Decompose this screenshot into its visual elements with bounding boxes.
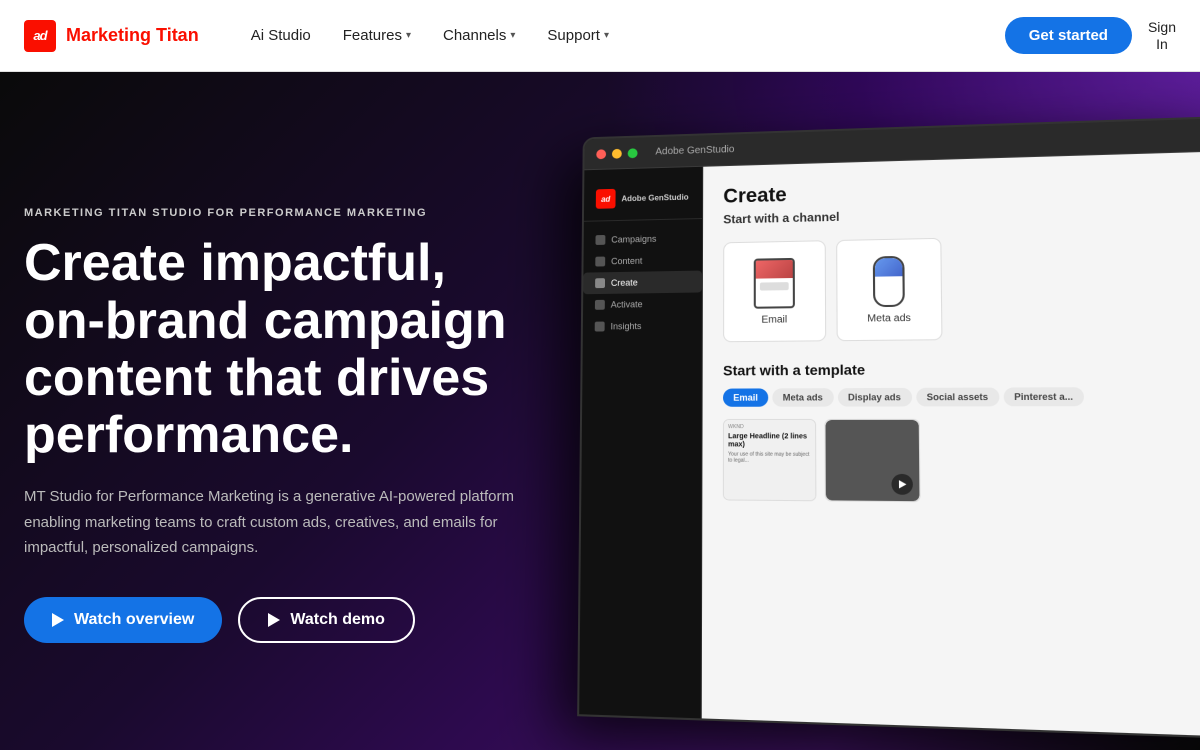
hero-section: MARKETING TITAN STUDIO FOR PERFORMANCE M… — [0, 72, 1200, 750]
brand-name: Marketing Titan — [66, 25, 199, 46]
sidebar-item-campaigns: Campaigns — [584, 227, 702, 251]
campaigns-icon — [595, 235, 605, 245]
mockup-template-cards: WKND Large Headline (2 lines max) Your u… — [723, 419, 1200, 505]
sidebar-logo-icon: ad — [596, 189, 616, 209]
nav-item-features[interactable]: Features ▾ — [331, 19, 423, 52]
template-card-preview-1: WKND Large Headline (2 lines max) Your u… — [724, 420, 815, 500]
titlebar-dot-yellow — [612, 148, 622, 158]
watch-demo-button[interactable]: Watch demo — [238, 597, 415, 643]
mockup-main: Create Start with a channel Email Meta a… — [702, 151, 1200, 737]
mockup-body: ad Adobe GenStudio Campaigns Content Cre… — [579, 151, 1200, 737]
sign-in-button[interactable]: Sign In — [1148, 19, 1176, 53]
template-card-1: WKND Large Headline (2 lines max) Your u… — [723, 419, 817, 501]
hero-mockup: Adobe GenStudio ad Adobe GenStudio Campa… — [540, 112, 1200, 732]
titlebar-dot-red — [596, 149, 606, 159]
navbar-right: Get started Sign In — [1005, 17, 1176, 54]
template-subtitle: Start with a template — [723, 359, 1200, 379]
email-card-label: Email — [761, 314, 787, 325]
hero-buttons: Watch overview Watch demo — [24, 597, 528, 643]
content-icon — [595, 257, 605, 267]
template-card-dark-preview — [826, 420, 920, 501]
sidebar-item-activate: Activate — [583, 292, 702, 315]
mockup-screen: Adobe GenStudio ad Adobe GenStudio Campa… — [577, 116, 1200, 740]
tab-social-assets[interactable]: Social assets — [916, 388, 999, 407]
play-icon-demo — [268, 613, 280, 627]
channels-chevron-icon: ▾ — [510, 30, 515, 41]
features-chevron-icon: ▾ — [406, 30, 411, 41]
insights-icon — [595, 322, 605, 332]
channel-card-meta: Meta ads — [836, 238, 942, 341]
nav-links: Ai Studio Features ▾ Channels ▾ Support … — [239, 19, 1005, 52]
watch-overview-button[interactable]: Watch overview — [24, 597, 222, 643]
tab-display-ads[interactable]: Display ads — [837, 388, 911, 407]
nav-item-channels[interactable]: Channels ▾ — [431, 19, 527, 52]
template-play-icon — [891, 474, 913, 495]
nav-item-ai-studio[interactable]: Ai Studio — [239, 19, 323, 52]
hero-eyebrow: MARKETING TITAN STUDIO FOR PERFORMANCE M… — [24, 207, 528, 219]
tab-email[interactable]: Email — [723, 388, 768, 406]
email-channel-icon — [754, 257, 795, 308]
play-icon — [52, 613, 64, 627]
support-chevron-icon: ▾ — [604, 30, 609, 41]
brand-logo[interactable]: ad Marketing Titan — [24, 20, 199, 52]
hero-content: MARKETING TITAN STUDIO FOR PERFORMANCE M… — [0, 72, 560, 750]
activate-icon — [595, 300, 605, 310]
app-title-label: Adobe GenStudio — [655, 144, 734, 157]
hero-description: MT Studio for Performance Marketing is a… — [24, 484, 524, 561]
mockup-sidebar: ad Adobe GenStudio Campaigns Content Cre… — [579, 167, 703, 719]
sidebar-item-content: Content — [583, 249, 702, 273]
create-icon — [595, 278, 605, 288]
channel-card-email: Email — [723, 240, 826, 342]
meta-channel-icon — [873, 255, 905, 306]
sidebar-item-create: Create — [583, 271, 702, 295]
mockup-channel-cards: Email Meta ads — [723, 232, 1200, 342]
tab-pinterest[interactable]: Pinterest a... — [1003, 387, 1084, 406]
tab-meta-ads[interactable]: Meta ads — [772, 388, 833, 407]
sidebar-item-insights: Insights — [583, 314, 702, 337]
titlebar-dot-green — [628, 148, 638, 158]
navbar: ad Marketing Titan Ai Studio Features ▾ … — [0, 0, 1200, 72]
logo-icon: ad — [24, 20, 56, 52]
mockup-template-section: Start with a template Email Meta ads Dis… — [723, 359, 1200, 505]
mockup-tabs: Email Meta ads Display ads Social assets… — [723, 387, 1200, 407]
template-card-2 — [824, 419, 920, 502]
hero-title: Create impactful, on-brand campaign cont… — [24, 235, 528, 464]
sidebar-logo: ad Adobe GenStudio — [584, 183, 702, 222]
meta-card-label: Meta ads — [867, 312, 911, 324]
sidebar-app-name: Adobe GenStudio — [621, 192, 688, 203]
get-started-button[interactable]: Get started — [1005, 17, 1132, 54]
nav-item-support[interactable]: Support ▾ — [535, 19, 621, 52]
